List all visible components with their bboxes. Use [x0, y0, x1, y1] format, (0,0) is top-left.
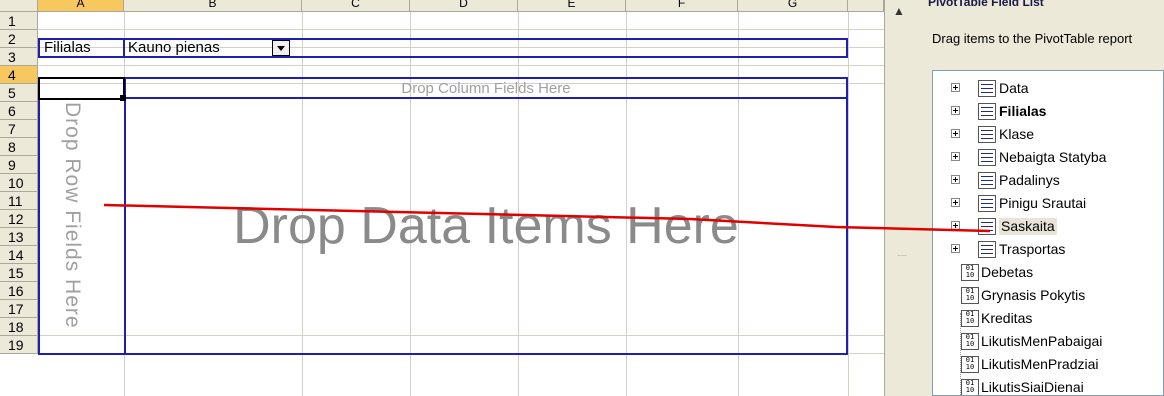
annotation-line: [103, 203, 991, 233]
annotation-arrow-line: [103, 203, 991, 233]
